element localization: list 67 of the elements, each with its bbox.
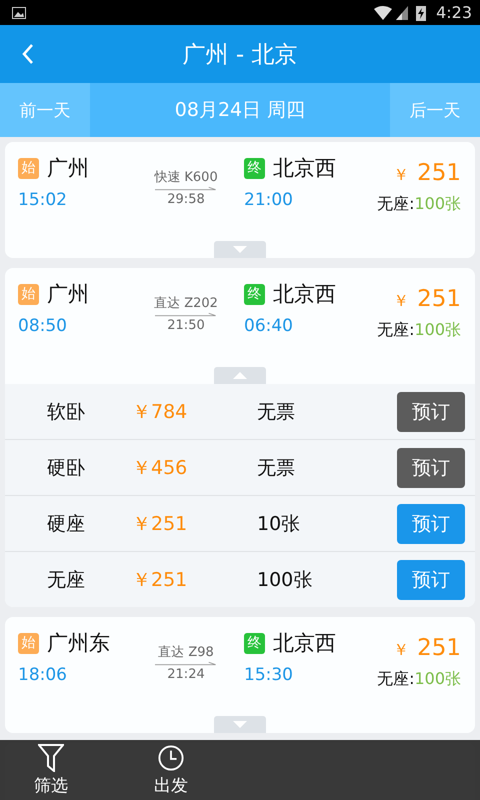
clock-icon (158, 744, 184, 772)
filter-icon (38, 744, 64, 772)
departure-time: 18:06 (18, 665, 68, 685)
seat-price: ￥784 (132, 400, 188, 424)
duration: 29:58 (167, 192, 205, 207)
currency-sign: ￥ (393, 291, 410, 312)
arrival-time: 21:00 (244, 190, 294, 210)
train-card[interactable]: 始 广州 15:02 快速 K600 29:58 终 北京西 21:00 ￥ 251 无座:100张 (5, 142, 475, 258)
tickets-left: 无票 (257, 456, 296, 480)
expand-icon (233, 246, 247, 253)
station-name: 北京西 (273, 281, 336, 308)
expand-icon (233, 721, 247, 728)
seat-class: 软卧 (47, 400, 86, 424)
departure-time: 15:02 (18, 190, 68, 210)
arrival-time: 15:30 (244, 665, 294, 685)
end-badge: 终 (244, 632, 265, 654)
start-badge: 始 (18, 158, 39, 178)
end-badge: 终 (244, 284, 265, 304)
seat-price: ￥251 (132, 568, 188, 592)
price: 251 (417, 160, 461, 186)
seat-class: 硬卧 (47, 456, 86, 480)
page-title: 广州 - 北京 (182, 40, 298, 70)
station-name: 广州 (47, 281, 89, 308)
start-badge: 始 (18, 284, 39, 304)
start-badge: 始 (18, 632, 39, 654)
image-icon (12, 6, 26, 18)
seat-count: 100张 (414, 669, 461, 690)
expand-toggle[interactable] (214, 716, 266, 733)
expand-toggle[interactable] (214, 241, 266, 258)
seat-price: ￥456 (132, 456, 188, 480)
seat-type: 无座: (377, 669, 414, 690)
tickets-left: 100张 (257, 568, 314, 592)
price: 251 (417, 286, 461, 312)
currency-sign: ￥ (393, 165, 410, 186)
seat-type: 无座: (377, 320, 414, 341)
tickets-left: 无票 (257, 400, 296, 424)
end-badge: 终 (244, 158, 265, 178)
seat-class: 无座 (47, 568, 86, 592)
station-name: 广州东 (47, 630, 110, 657)
seat-count: 100张 (414, 320, 461, 341)
expand-toggle[interactable] (214, 367, 266, 384)
train-number: 直达 Z202 (154, 295, 218, 312)
train-card[interactable]: 始 广州东 18:06 直达 Z98 21:24 终 北京西 15:30 ￥ 251 无座:100张 (5, 617, 475, 733)
train-number: 直达 Z98 (158, 644, 214, 661)
seat-class: 硬座 (47, 512, 86, 536)
battery-icon (416, 4, 426, 20)
signal-icon (396, 6, 408, 20)
duration: 21:50 (167, 318, 205, 333)
tickets-left: 10张 (257, 512, 302, 536)
station-name: 广州 (47, 155, 89, 182)
station-name: 北京西 (273, 155, 336, 182)
filter-button[interactable]: 筛选 (20, 740, 82, 800)
clock-time: 4:23 (436, 3, 472, 22)
seat-count: 100张 (414, 194, 461, 215)
seat-type: 无座: (377, 194, 414, 215)
wifi-icon (374, 6, 392, 20)
departure-time: 08:50 (18, 316, 68, 336)
collapse-icon (233, 372, 247, 379)
price: 251 (417, 635, 461, 661)
departure-sort-button[interactable]: 出发 (140, 740, 202, 800)
duration: 21:24 (167, 667, 205, 682)
currency-sign: ￥ (393, 640, 410, 661)
train-number: 快速 K600 (154, 169, 218, 186)
arrival-time: 06:40 (244, 316, 294, 336)
station-name: 北京西 (273, 630, 336, 657)
back-icon[interactable] (22, 43, 34, 65)
seat-price: ￥251 (132, 512, 188, 536)
